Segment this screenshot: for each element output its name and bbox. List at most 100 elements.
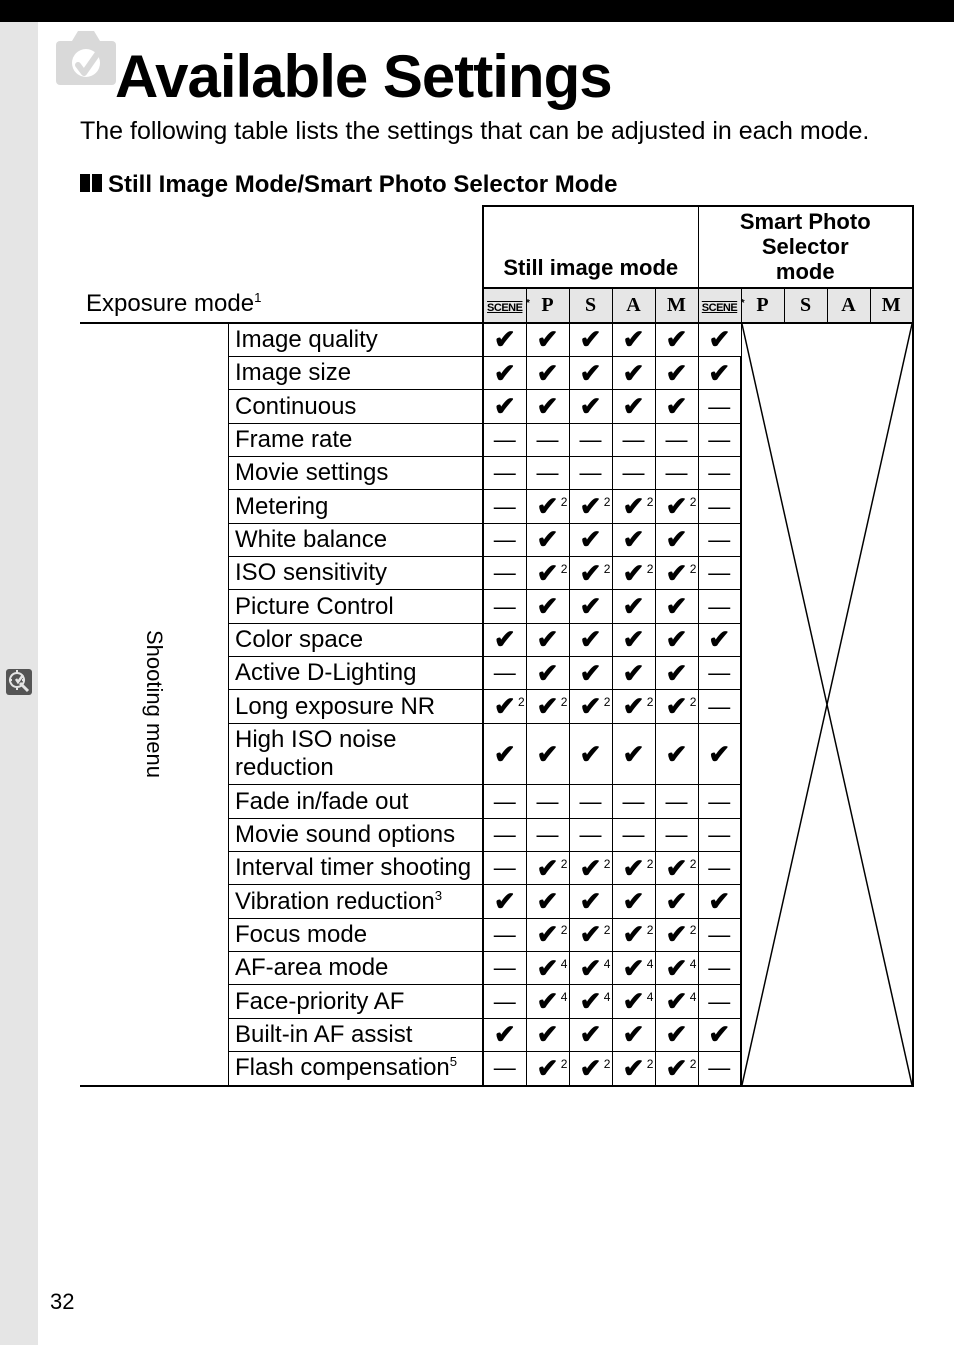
setting-name: Movie sound options (229, 818, 484, 851)
setting-cell: ✔4 (526, 985, 569, 1018)
setting-cell: ✔ (569, 623, 612, 656)
setting-cell: — (612, 818, 655, 851)
setting-cell: — (483, 1052, 526, 1086)
setting-cell: — (569, 818, 612, 851)
setting-cell: ✔ (483, 390, 526, 423)
setting-cell: ✔2 (526, 918, 569, 951)
setting-cell: ✔4 (569, 985, 612, 1018)
still-mode-header: Still image mode (483, 206, 698, 288)
setting-cell: ✔2 (569, 690, 612, 723)
setting-cell: ✔2 (612, 918, 655, 951)
setting-name: Frame rate (229, 423, 484, 456)
setting-cell: ✔2 (612, 557, 655, 590)
setting-cell: ✔ (526, 723, 569, 785)
exposure-mode-label: Exposure mode1 (80, 288, 483, 323)
setting-cell: — (612, 457, 655, 490)
setting-cell: ✔2 (526, 490, 569, 523)
setting-cell: — (698, 852, 741, 885)
setting-cell: ✔2 (526, 557, 569, 590)
setting-cell: ✔4 (612, 952, 655, 985)
setting-cell: ✔ (526, 1018, 569, 1051)
setting-cell: ✔2 (526, 1052, 569, 1086)
setting-cell: ✔4 (612, 985, 655, 1018)
setting-cell: ✔2 (483, 690, 526, 723)
setting-cell: ✔ (483, 323, 526, 357)
setting-cell: ✔2 (612, 690, 655, 723)
setting-cell: ✔ (655, 590, 698, 623)
setting-cell: ✔2 (569, 490, 612, 523)
col-a-still: A (612, 288, 655, 323)
setting-cell: ✔2 (655, 852, 698, 885)
setting-cell: ✔ (483, 356, 526, 389)
settings-table: Still image mode Smart Photo Selector mo… (80, 205, 914, 1087)
setting-cell: ✔2 (612, 852, 655, 885)
col-p-still: P (526, 288, 569, 323)
setting-cell: ✔4 (655, 952, 698, 985)
setting-cell: ✔ (569, 885, 612, 918)
setting-cell: — (483, 918, 526, 951)
setting-cell: — (483, 852, 526, 885)
setting-cell: ✔2 (655, 1052, 698, 1086)
setting-cell: — (655, 785, 698, 818)
setting-name: Image size (229, 356, 484, 389)
setting-name: Color space (229, 623, 484, 656)
setting-cell: ✔ (483, 885, 526, 918)
page-number: 32 (50, 1289, 74, 1315)
setting-cell: ✔ (655, 1018, 698, 1051)
col-a-smart: A (827, 288, 870, 323)
setting-name: Flash compensation5 (229, 1052, 484, 1086)
setting-name: Picture Control (229, 590, 484, 623)
setting-cell: ✔2 (655, 690, 698, 723)
setting-cell: — (655, 457, 698, 490)
setting-cell: — (698, 1052, 741, 1086)
setting-cell: ✔ (655, 323, 698, 357)
setting-cell: ✔2 (569, 918, 612, 951)
setting-name: High ISO noise reduction (229, 723, 484, 785)
setting-cell: — (698, 657, 741, 690)
setting-cell: — (483, 590, 526, 623)
setting-cell: ✔2 (526, 852, 569, 885)
setting-name: White balance (229, 523, 484, 556)
setting-cell: ✔ (612, 590, 655, 623)
setting-cell: ✔ (655, 885, 698, 918)
setting-cell: ✔2 (569, 852, 612, 885)
setting-name: Movie settings (229, 457, 484, 490)
setting-name: AF-area mode (229, 952, 484, 985)
top-black-bar (0, 0, 954, 22)
setting-cell: — (698, 557, 741, 590)
camera-title-icon (52, 25, 124, 96)
setting-cell: — (698, 785, 741, 818)
setting-cell: — (483, 657, 526, 690)
setting-cell: ✔ (569, 590, 612, 623)
setting-cell: — (698, 985, 741, 1018)
setting-cell: ✔ (698, 885, 741, 918)
setting-cell: — (698, 690, 741, 723)
setting-cell: ✔ (569, 657, 612, 690)
setting-cell: — (698, 818, 741, 851)
setting-cell: ✔ (569, 723, 612, 785)
setting-cell: ✔4 (569, 952, 612, 985)
setting-cell: ✔ (612, 390, 655, 423)
setting-cell: — (526, 818, 569, 851)
setting-cell: ✔ (698, 356, 741, 389)
setting-cell: — (698, 952, 741, 985)
setting-cell: ✔ (612, 523, 655, 556)
setting-cell: — (569, 457, 612, 490)
setting-cell: — (698, 918, 741, 951)
setting-cell: ✔ (698, 623, 741, 656)
setting-cell: — (698, 590, 741, 623)
setting-cell: ✔2 (612, 1052, 655, 1086)
setting-name: Vibration reduction3 (229, 885, 484, 918)
setting-cell: — (698, 523, 741, 556)
setting-cell: — (655, 423, 698, 456)
setting-cell: ✔ (655, 523, 698, 556)
setting-cell: ✔ (483, 623, 526, 656)
setting-cell: ✔ (698, 1018, 741, 1051)
setting-cell: ✔ (569, 356, 612, 389)
setting-cell: ✔ (526, 390, 569, 423)
setting-cell: — (698, 457, 741, 490)
setting-name: Interval timer shooting (229, 852, 484, 885)
setting-cell: — (612, 423, 655, 456)
setting-cell: — (483, 985, 526, 1018)
setting-cell: ✔ (655, 623, 698, 656)
